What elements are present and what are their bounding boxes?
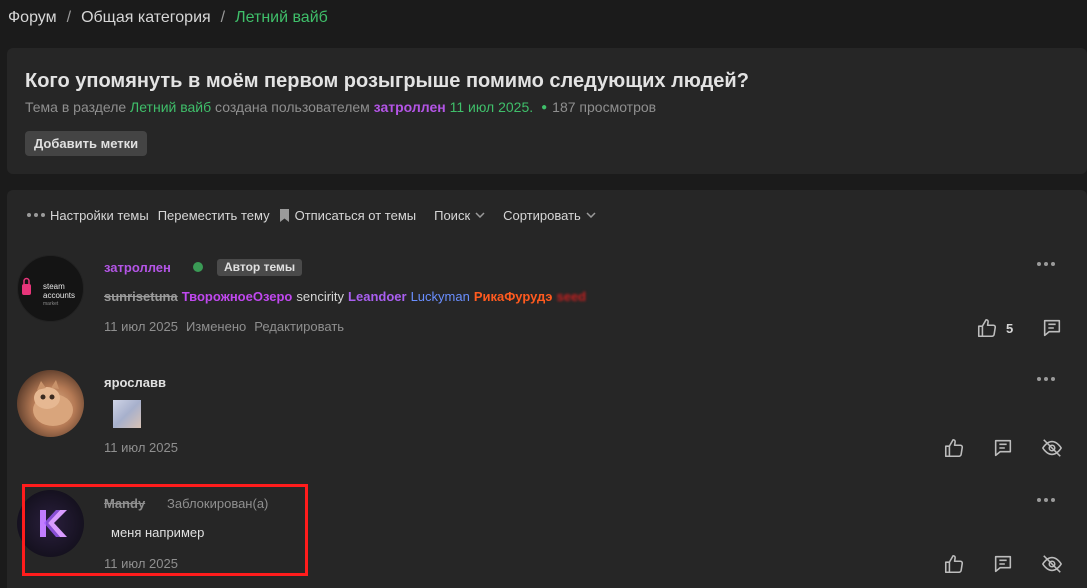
highlight-box [22, 484, 308, 576]
signature-mention[interactable]: ТворожноеОзеро [182, 289, 293, 304]
avatar-text-line: market [43, 301, 59, 307]
breadcrumb: Форум / Общая категория / Летний вайб [8, 9, 328, 27]
search-dropdown[interactable]: Поиск [434, 208, 485, 223]
move-thread-button[interactable]: Переместить тему [158, 208, 270, 223]
post-item: steam accounts market затроллен Автор те… [0, 255, 1080, 355]
chevron-down-icon [586, 212, 596, 218]
like-icon[interactable] [976, 317, 998, 339]
bookmark-icon [279, 208, 289, 222]
like-icon[interactable] [943, 437, 965, 459]
thread-toolbar: Настройки темы Переместить тему Отписать… [27, 206, 605, 224]
avatar[interactable] [17, 370, 84, 437]
post-actions [943, 553, 1063, 575]
thread-settings-label: Настройки темы [50, 207, 149, 223]
post-actions [943, 437, 1063, 459]
signature-mention[interactable]: Luckyman [411, 289, 470, 304]
post-item: ярославв 11 июл 2025 [0, 370, 1080, 470]
avatar-text-line: steam [43, 282, 65, 291]
hide-eye-icon[interactable] [1041, 553, 1063, 575]
chevron-down-icon [475, 212, 485, 218]
meta-date: 11 июл 2025. [449, 99, 534, 115]
meta-section-link[interactable]: Летний вайб [130, 99, 211, 115]
move-thread-label: Переместить тему [157, 207, 270, 223]
search-label: Поиск [434, 207, 471, 223]
post-edited: Изменено [185, 319, 247, 334]
reply-icon[interactable] [992, 437, 1014, 459]
post-date[interactable]: 11 июл 2025 [104, 440, 178, 455]
post-more-button[interactable] [1037, 377, 1055, 381]
post-date[interactable]: 11 июл 2025 [104, 319, 178, 334]
thread-meta: Тема в разделе Летний вайб создана польз… [25, 99, 656, 115]
thread-header: Кого упомянуть в моём первом розыгрыше п… [7, 48, 1087, 174]
signature-mention[interactable]: РикаФурудэ [474, 289, 553, 304]
meta-dot-icon: ● [541, 101, 548, 113]
breadcrumb-separator: / [220, 9, 226, 26]
signature-mention[interactable]: sencirity [296, 289, 344, 304]
post-username[interactable]: затроллен [104, 260, 171, 275]
reply-icon[interactable] [1041, 317, 1063, 339]
online-status-dot [193, 262, 203, 272]
post-signature: sunrisetuna ТворожноеОзеро sencirity Lea… [104, 289, 586, 304]
cat-photo-icon [33, 380, 73, 426]
meta-author-link[interactable]: затроллен [374, 99, 446, 115]
hide-eye-icon[interactable] [1041, 437, 1063, 459]
post-image-thumbnail[interactable] [113, 400, 141, 428]
like-count: 5 [1006, 320, 1014, 336]
breadcrumb-forum[interactable]: Форум [8, 9, 57, 27]
post-meta: 11 июл 2025 Изменено Редактировать [104, 319, 344, 334]
more-dots-icon [27, 213, 45, 217]
like-icon[interactable] [943, 553, 965, 575]
breadcrumb-section[interactable]: Летний вайб [235, 9, 328, 27]
signature-mention[interactable]: sunrisetuna [104, 289, 178, 304]
unsubscribe-label: Отписаться от темы [294, 207, 417, 223]
post-more-button[interactable] [1037, 498, 1055, 502]
post-edit-link[interactable]: Редактировать [254, 319, 344, 334]
avatar[interactable]: steam accounts market [17, 255, 84, 322]
post-actions: 5 [976, 317, 1063, 339]
reply-icon[interactable] [992, 553, 1014, 575]
thread-title: Кого упомянуть в моём первом розыгрыше п… [25, 70, 749, 92]
breadcrumb-separator: / [66, 9, 72, 26]
signature-mention[interactable]: seed [556, 289, 586, 304]
breadcrumb-category[interactable]: Общая категория [81, 9, 211, 27]
sort-label: Сортировать [503, 207, 581, 223]
avatar-text-line: accounts [43, 291, 76, 300]
post-username[interactable]: ярославв [104, 375, 166, 390]
meta-prefix: Тема в разделе [25, 99, 127, 115]
post-more-button[interactable] [1037, 262, 1055, 266]
post-meta: 11 июл 2025 [104, 440, 178, 455]
meta-views: 187 просмотров [552, 99, 657, 115]
meta-middle: создана пользователем [215, 99, 370, 115]
sort-dropdown[interactable]: Сортировать [503, 208, 596, 223]
author-badge: Автор темы [217, 259, 303, 276]
signature-mention[interactable]: Leandoer [348, 289, 407, 304]
add-tags-button[interactable]: Добавить метки [25, 131, 148, 156]
thread-settings-button[interactable]: Настройки темы [27, 208, 149, 223]
unsubscribe-button[interactable]: Отписаться от темы [279, 207, 417, 223]
